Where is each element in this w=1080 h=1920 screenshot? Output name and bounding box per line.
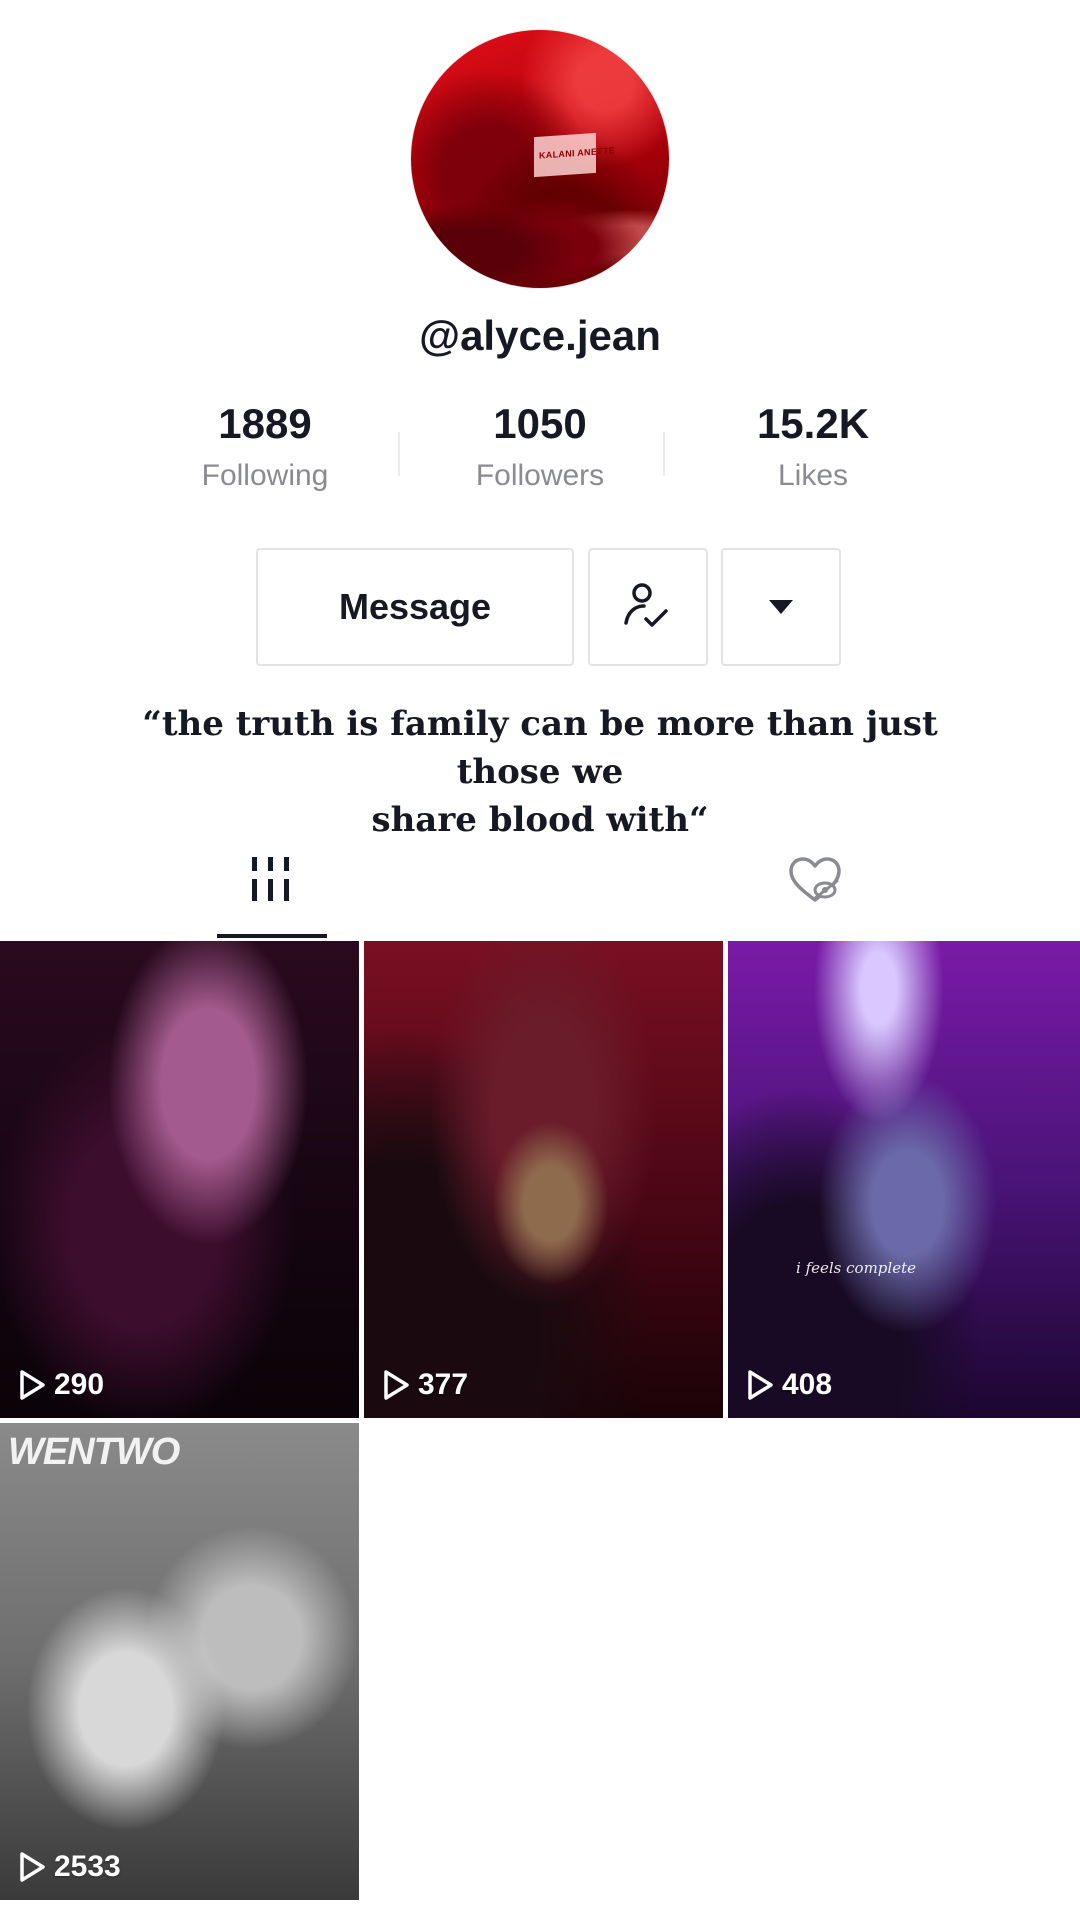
view-count: 290 <box>18 1368 104 1402</box>
likes-count: 15.2K <box>756 400 870 447</box>
tab-liked-videos[interactable] <box>770 845 860 915</box>
hidden-heart-icon <box>789 857 841 902</box>
stat-following[interactable]: 1889 Following <box>130 400 400 494</box>
followers-count: 1050 <box>493 400 587 447</box>
following-count: 1889 <box>218 400 312 447</box>
play-outline-icon <box>20 1370 45 1400</box>
avatar-crowd <box>411 168 669 288</box>
profile-bio: “the truth is family can be more than ju… <box>100 700 980 844</box>
likes-label: Likes <box>777 459 849 492</box>
view-count-value: 2533 <box>54 1850 121 1883</box>
stat-divider <box>663 432 665 476</box>
username: @alyce.jean <box>419 312 661 359</box>
play-outline-icon <box>384 1370 409 1400</box>
play-outline-icon <box>20 1852 45 1882</box>
message-button[interactable]: Message <box>256 548 574 666</box>
caret-down-icon <box>769 600 793 614</box>
bio-line-2: share blood with“ <box>371 800 709 840</box>
stat-divider <box>398 432 400 476</box>
following-label: Following <box>201 459 329 492</box>
view-count: 377 <box>382 1368 468 1402</box>
video-thumbnail[interactable]: 377 <box>364 941 723 1418</box>
tab-videos[interactable] <box>226 845 316 915</box>
stat-followers[interactable]: 1050 Followers <box>405 400 675 494</box>
stat-likes: 15.2K Likes <box>678 400 948 494</box>
profile-avatar[interactable]: KALANI ANETTE <box>411 30 669 288</box>
view-count-value: 377 <box>418 1368 469 1401</box>
video-thumbnail[interactable]: WENTWO 2533 <box>0 1423 359 1900</box>
view-count-value: 408 <box>782 1368 833 1401</box>
following-status-button[interactable] <box>588 548 708 666</box>
view-count-value: 290 <box>54 1368 105 1401</box>
bio-line-1: “the truth is family can be more than ju… <box>142 704 938 792</box>
view-count: 408 <box>746 1368 832 1402</box>
poster-title: WENTWO <box>8 1431 180 1473</box>
grid-bars-icon <box>252 857 289 901</box>
video-thumbnail[interactable]: 290 <box>0 941 359 1418</box>
more-options-button[interactable] <box>721 548 841 666</box>
video-thumbnail[interactable]: i feels complete 408 <box>728 941 1080 1418</box>
active-tab-indicator <box>217 934 327 938</box>
user-check-icon <box>624 583 668 627</box>
followers-label: Followers <box>475 459 605 492</box>
video-overlay-text: i feels complete <box>796 1259 916 1277</box>
play-outline-icon <box>748 1370 773 1400</box>
view-count: 2533 <box>18 1850 121 1884</box>
